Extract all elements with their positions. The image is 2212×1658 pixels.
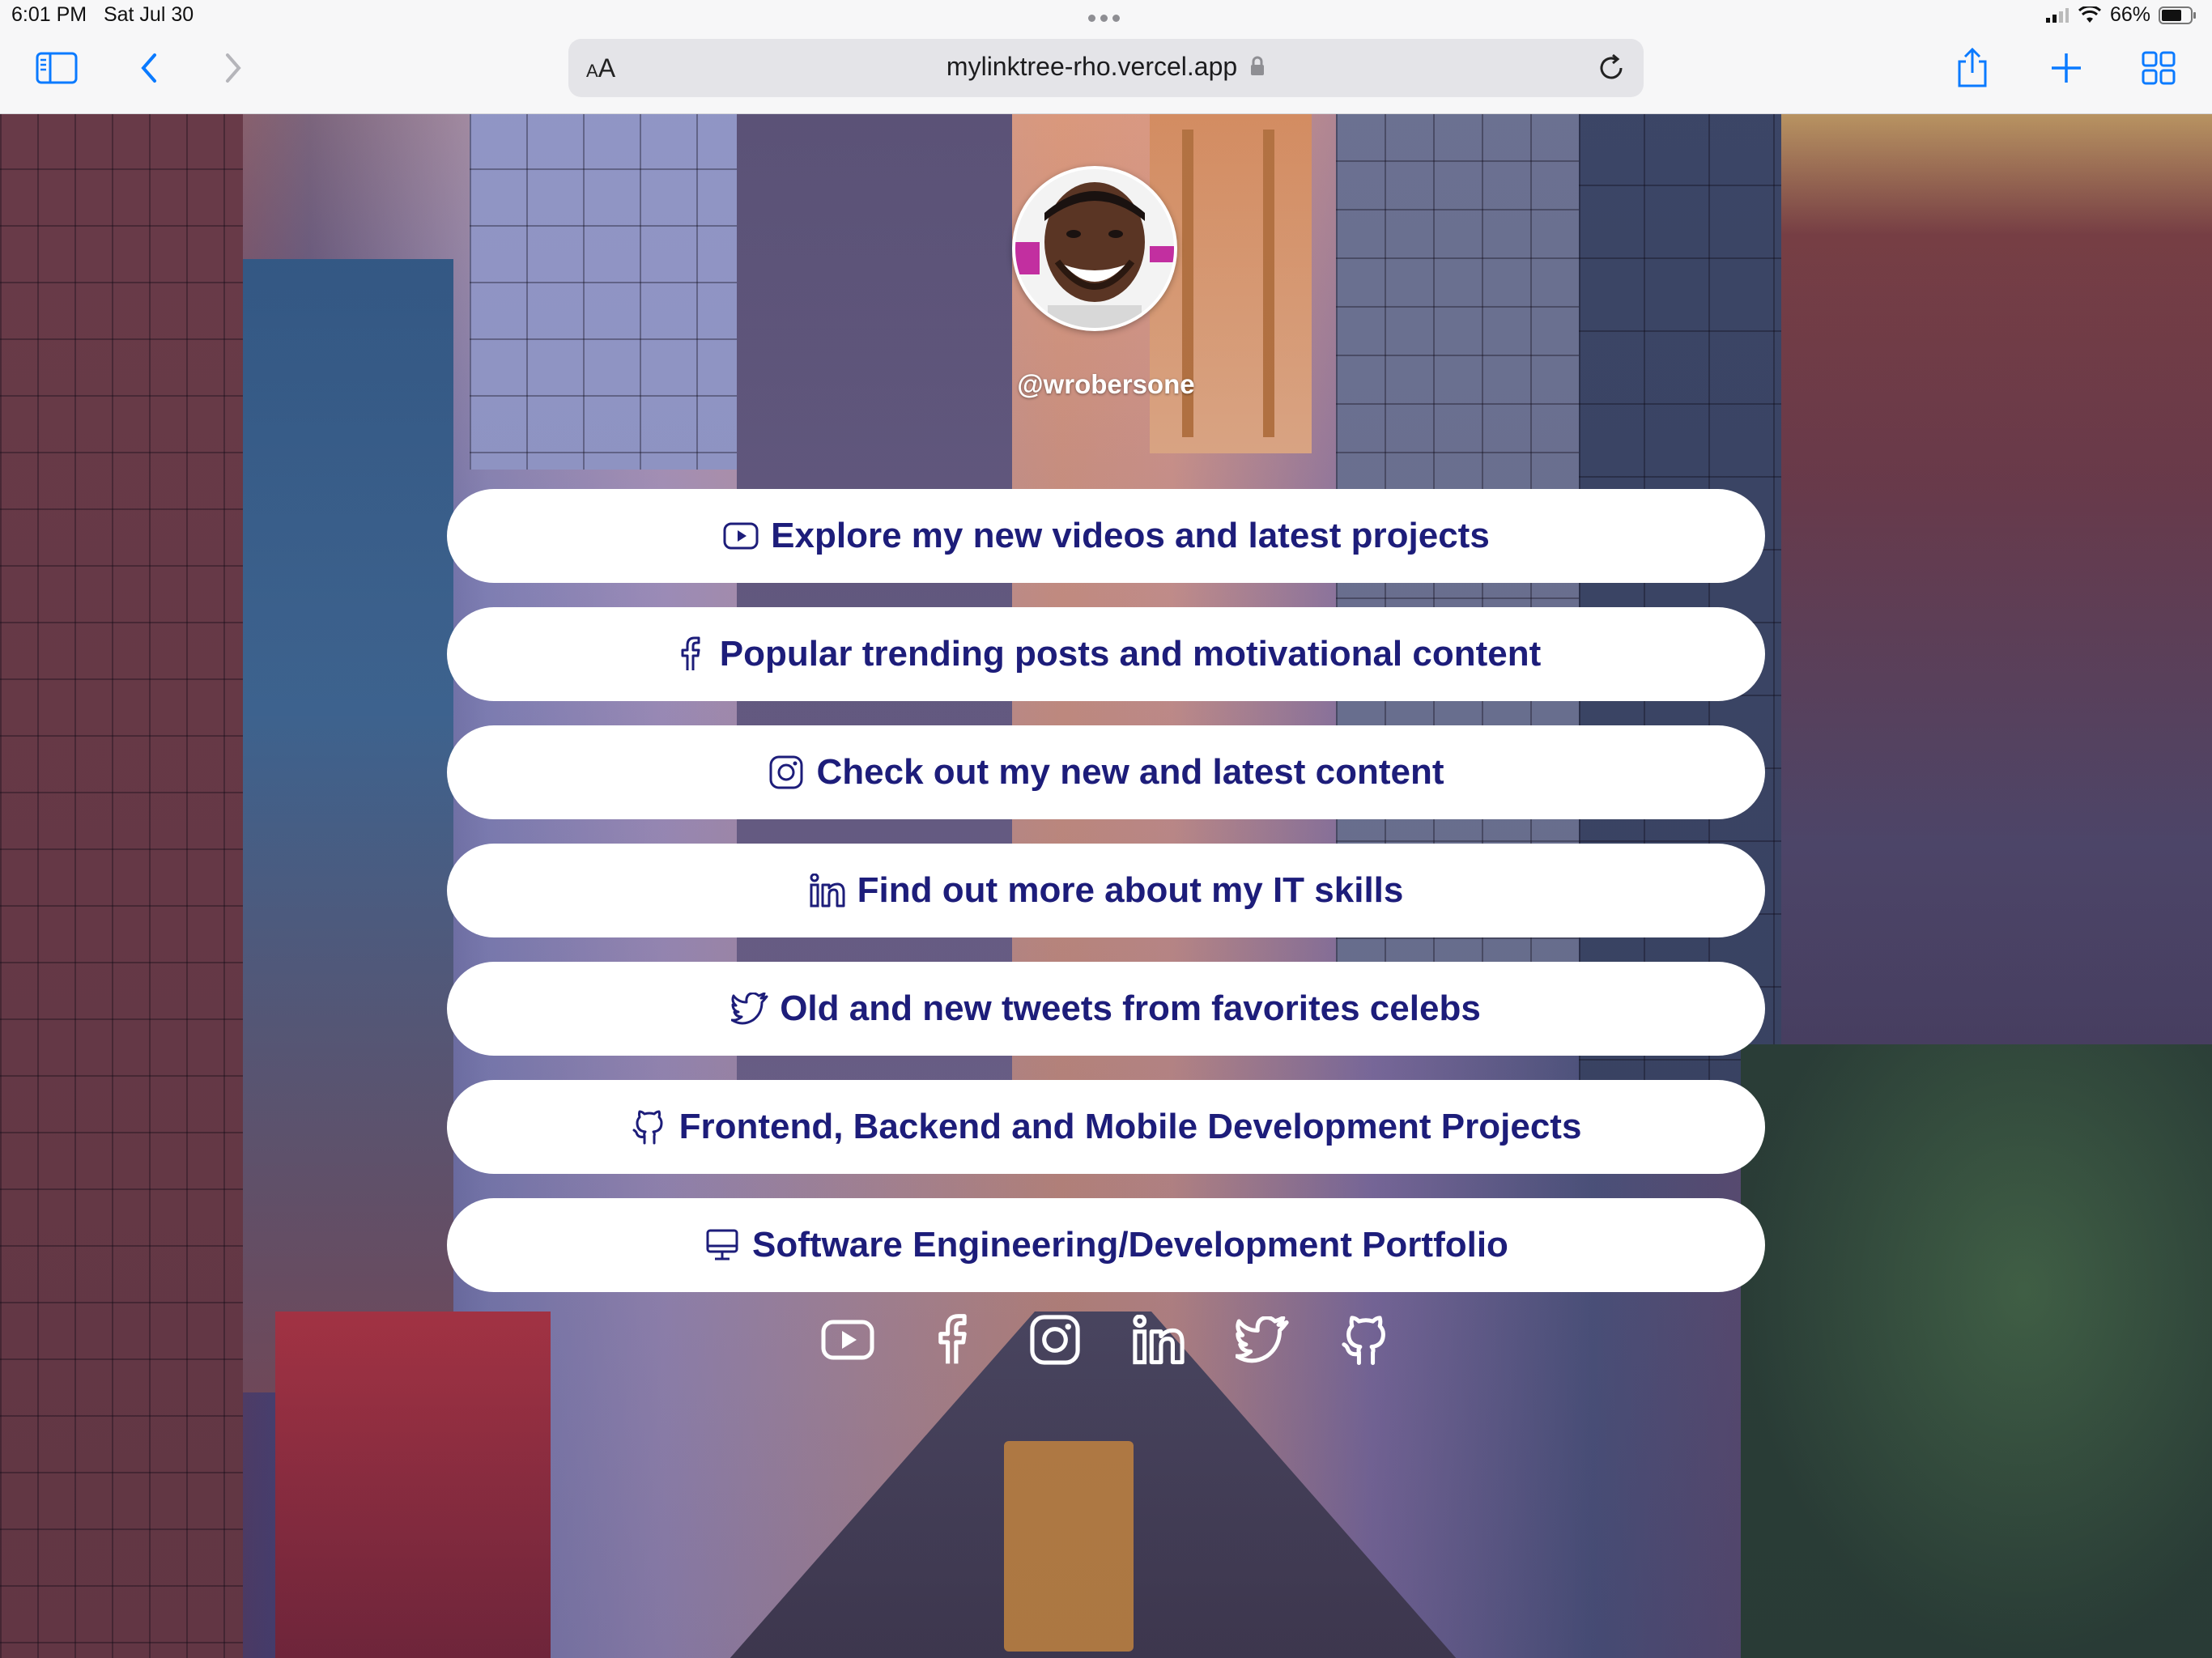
address-bar[interactable]: AA mylinktree-rho.vercel.app (568, 39, 1644, 97)
link-label: Explore my new videos and latest project… (771, 516, 1490, 555)
battery-percent: 66% (2109, 3, 2150, 26)
multitasking-grabber[interactable] (1088, 15, 1120, 22)
link-button-linkedin[interactable]: Find out more about my IT skills (447, 844, 1765, 937)
back-icon[interactable] (126, 47, 172, 89)
link-list: Explore my new videos and latest project… (447, 489, 1765, 1316)
share-icon[interactable] (1950, 47, 1995, 89)
youtube-icon (722, 517, 759, 555)
link-button-github[interactable]: Frontend, Backend and Mobile Development… (447, 1080, 1765, 1174)
linkedin-icon[interactable] (1130, 1312, 1187, 1368)
url-text[interactable]: mylinktree-rho.vercel.app (568, 52, 1644, 82)
link-label: Popular trending posts and motivational … (719, 634, 1542, 674)
profile-handle: @wrobersone (1017, 369, 1195, 399)
reload-icon[interactable] (1593, 50, 1629, 86)
new-tab-icon[interactable] (2044, 47, 2089, 89)
link-button-twitter[interactable]: Old and new tweets from favorites celebs (447, 962, 1765, 1056)
link-label: Frontend, Backend and Mobile Development… (678, 1107, 1582, 1146)
wifi-icon (2078, 6, 2101, 23)
social-icon-row (819, 1312, 1394, 1368)
monitor-icon (704, 1226, 741, 1264)
link-label: Find out more about my IT skills (857, 870, 1404, 910)
safari-toolbar: 6:01 PM Sat Jul 30 66% AA mylinktree-rho… (0, 0, 2212, 114)
twitter-icon[interactable] (1234, 1312, 1291, 1368)
status-date: Sat Jul 30 (103, 3, 194, 26)
youtube-icon[interactable] (819, 1312, 876, 1368)
forward-icon[interactable] (211, 47, 256, 89)
lock-icon (1251, 56, 1265, 75)
link-label: Software Engineering/Development Portfol… (752, 1225, 1508, 1265)
instagram-icon[interactable] (1027, 1312, 1083, 1368)
link-button-portfolio[interactable]: Software Engineering/Development Portfol… (447, 1198, 1765, 1292)
battery-icon (2159, 6, 2196, 24)
signal-icon (2045, 7, 2069, 23)
instagram-icon (768, 754, 805, 791)
tab-overview-icon[interactable] (2136, 47, 2181, 89)
facebook-icon (671, 636, 708, 673)
profile-avatar[interactable] (1012, 166, 1177, 331)
link-button-facebook[interactable]: Popular trending posts and motivational … (447, 607, 1765, 701)
facebook-icon[interactable] (923, 1312, 980, 1368)
status-indicators: 66% (2045, 3, 2197, 27)
link-button-instagram[interactable]: Check out my new and latest content (447, 725, 1765, 819)
twitter-icon (731, 990, 768, 1027)
github-icon[interactable] (1338, 1312, 1394, 1368)
status-time: 6:01 PM Sat Jul 30 (11, 3, 194, 27)
link-button-youtube[interactable]: Explore my new videos and latest project… (447, 489, 1765, 583)
link-label: Check out my new and latest content (816, 752, 1444, 792)
linkedin-icon (809, 872, 846, 909)
sidebar-toggle-icon[interactable] (34, 47, 79, 89)
github-icon (631, 1108, 668, 1146)
avatar-portrait (1015, 169, 1174, 328)
link-label: Old and new tweets from favorites celebs (780, 988, 1481, 1028)
url-label: mylinktree-rho.vercel.app (946, 52, 1238, 81)
status-clock: 6:01 PM (11, 3, 87, 26)
